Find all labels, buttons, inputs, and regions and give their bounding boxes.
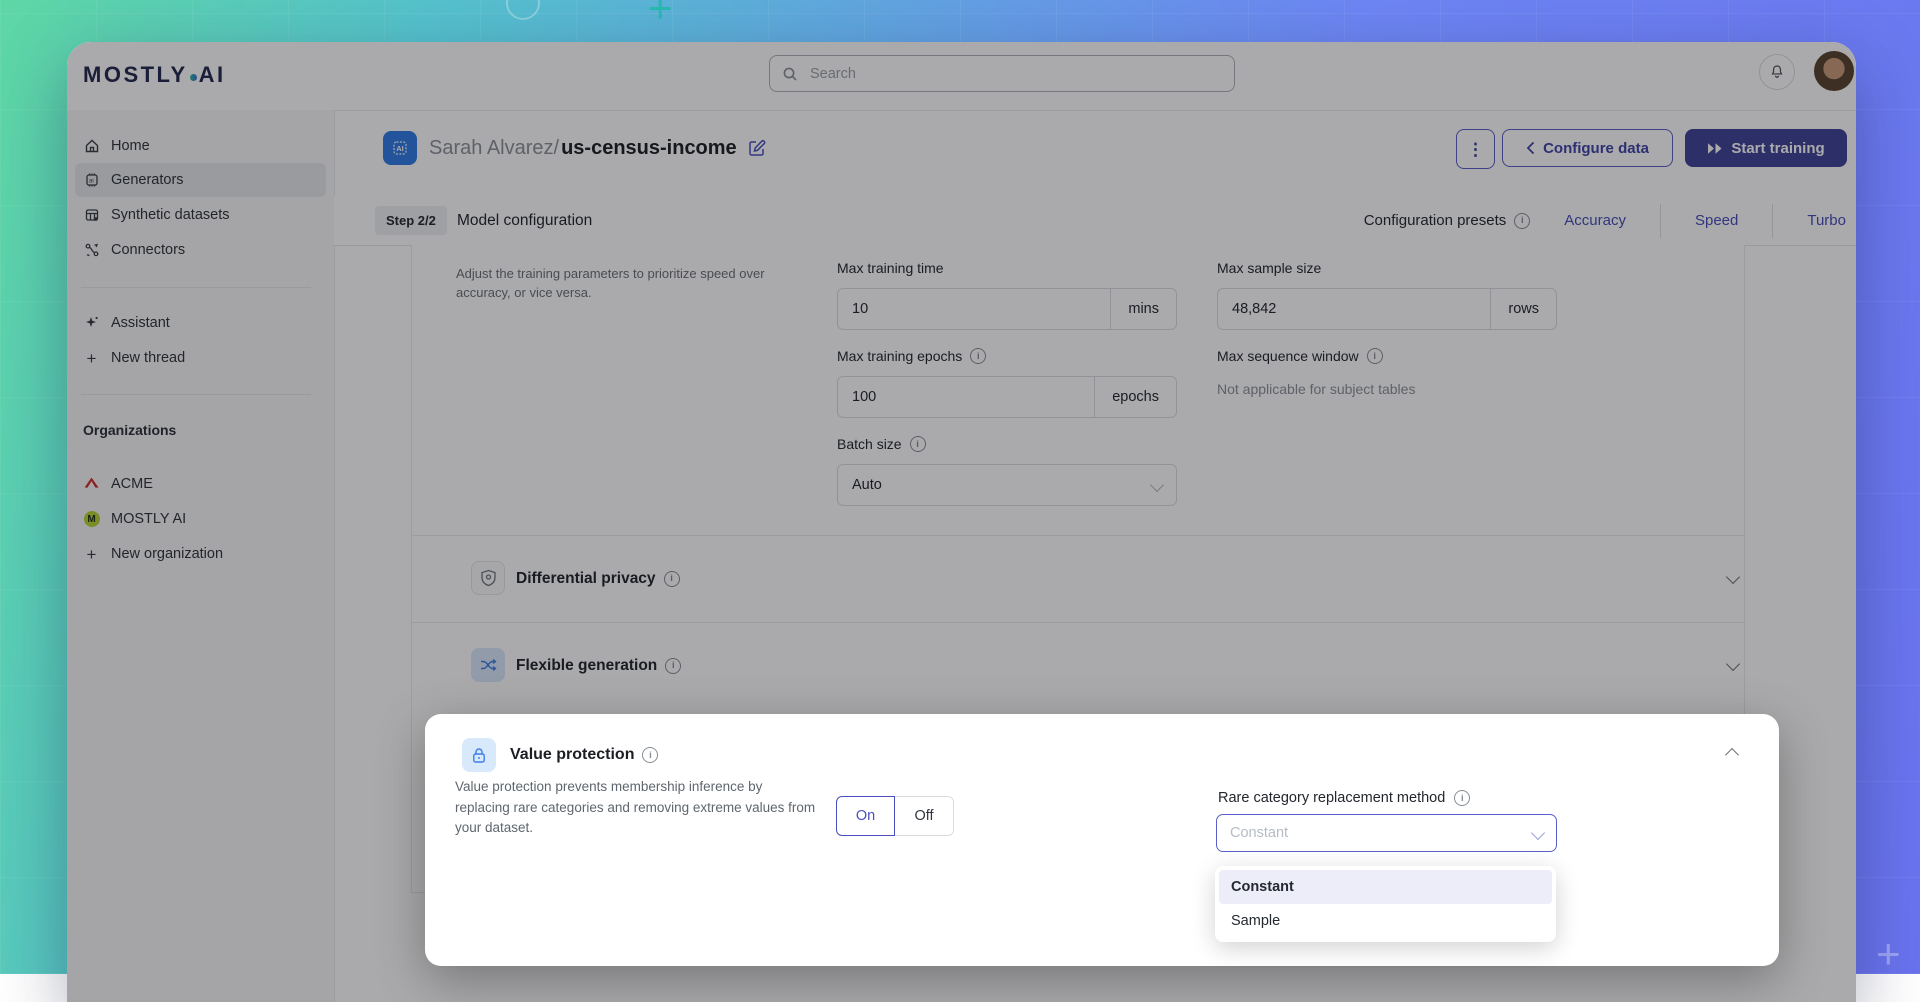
info-icon[interactable]: i <box>642 747 658 763</box>
app-window: MOSTLYAI <box>67 42 1856 1002</box>
value-protection-card: Value protection i Value protection prev… <box>425 714 1779 966</box>
desktop-cross-decoration: + <box>1876 930 1901 978</box>
rare-category-select[interactable]: Constant <box>1216 814 1557 852</box>
dropdown-option-sample[interactable]: Sample <box>1219 904 1552 938</box>
value-protection-title: Value protection i <box>510 738 658 772</box>
lock-icon <box>462 738 496 772</box>
desktop-circle-decoration <box>506 0 540 20</box>
toggle-off-button[interactable]: Off <box>895 796 954 836</box>
dropdown-option-constant[interactable]: Constant <box>1219 870 1552 904</box>
rare-category-label: Rare category replacement method i <box>1218 790 1470 806</box>
info-icon[interactable]: i <box>1454 790 1470 806</box>
rare-category-dropdown-menu: Constant Sample <box>1215 866 1556 942</box>
value-protection-description: Value protection prevents membership inf… <box>455 777 817 839</box>
toggle-on-button[interactable]: On <box>836 796 895 836</box>
chevron-up-icon[interactable] <box>1725 748 1739 762</box>
value-protection-toggle: On Off <box>836 796 954 836</box>
desktop-cross-decoration: + <box>648 0 673 32</box>
select-placeholder: Constant <box>1230 825 1288 841</box>
chevron-down-icon <box>1531 826 1545 840</box>
desktop-background: + + MOSTLYAI <box>0 0 1920 974</box>
